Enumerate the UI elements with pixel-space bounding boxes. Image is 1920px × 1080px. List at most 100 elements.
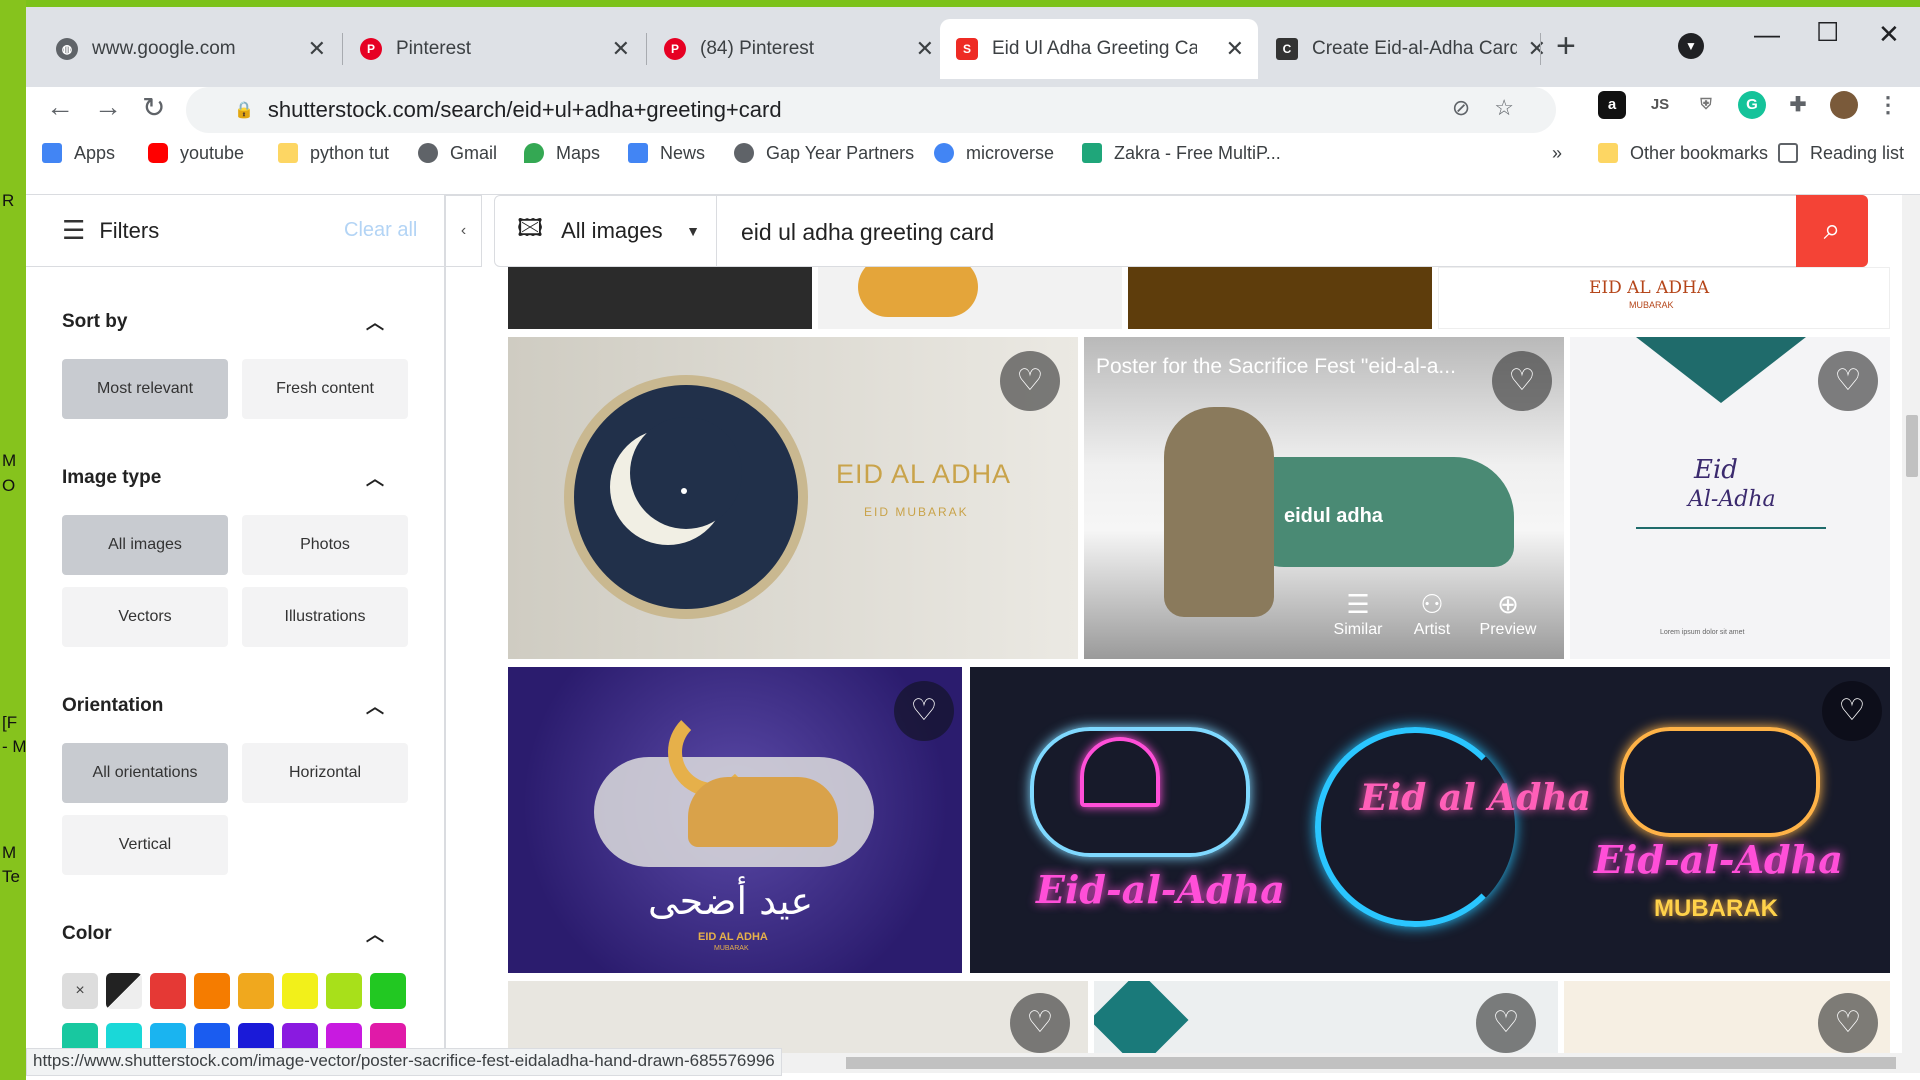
vertical-scrollbar[interactable] [1902,195,1920,1053]
result-image[interactable] [818,267,1122,329]
result-image[interactable] [508,267,812,329]
tab-pinterest[interactable]: P Pinterest ✕ [344,19,644,79]
orientation-vertical[interactable]: Vertical [62,815,228,875]
sort-most-relevant[interactable]: Most relevant [62,359,228,419]
favorite-heart-icon[interactable]: ♡ [1010,993,1070,1053]
result-image[interactable]: ♡ [508,981,1088,1053]
orientation-horizontal[interactable]: Horizontal [242,743,408,803]
grammarly-icon[interactable]: G [1738,91,1766,119]
action-label: Similar [1333,621,1383,638]
tab-search-dropdown-icon[interactable]: ▼ [1678,33,1704,59]
result-image[interactable]: عيد أضحى EID AL ADHA MUBARAK ♡ [508,667,962,973]
address-bar[interactable]: 🔒 shutterstock.com/search/eid+ul+adha+gr… [186,87,1556,133]
color-swatch[interactable] [326,973,362,1009]
minimize-icon[interactable]: — [1754,19,1780,50]
clear-all-link[interactable]: Clear all [344,219,417,242]
type-illustrations[interactable]: Illustrations [242,587,408,647]
favorite-heart-icon[interactable]: ♡ [1476,993,1536,1053]
chevron-up-icon[interactable]: ︿ [366,693,384,719]
result-image[interactable]: EID AL ADHA MUBARAK [1438,267,1890,329]
result-image[interactable]: ♡ [1564,981,1890,1053]
close-tab-icon[interactable]: ✕ [308,36,326,62]
menu-kebab-icon[interactable]: ⋮ [1874,91,1902,119]
type-all-images[interactable]: All images [62,515,228,575]
forward-arrow-icon[interactable]: → [94,91,122,123]
reload-icon[interactable]: ↻ [142,91,165,124]
collapse-filters-button[interactable]: ‹ [446,195,482,267]
tab-canva[interactable]: C Create Eid-al-Adha Cards ✕ [1260,19,1560,79]
tab-pinterest-84[interactable]: P (84) Pinterest ✕ [648,19,948,79]
back-arrow-icon[interactable]: ← [46,91,74,123]
bookmark-python-tut[interactable]: python tut [278,135,389,171]
type-photos[interactable]: Photos [242,515,408,575]
favorite-heart-icon[interactable]: ♡ [1822,681,1882,741]
bookmark-label: python tut [310,142,390,163]
result-image[interactable]: eidul adha Poster for the Sacrifice Fest… [1084,337,1564,659]
color-clear-swatch[interactable]: × [62,973,98,1009]
result-image[interactable]: EID AL ADHA EID MUBARAK ♡ [508,337,1078,659]
bookmark-zakra[interactable]: Zakra - Free MultiP... [1082,135,1281,171]
similar-action[interactable]: ☰ Similar [1328,587,1388,639]
close-window-icon[interactable]: ✕ [1878,19,1900,50]
arabic-calligraphy: عيد أضحى [648,879,814,923]
color-swatch[interactable] [150,973,186,1009]
color-swatch[interactable] [194,973,230,1009]
favorite-heart-icon[interactable]: ♡ [1818,993,1878,1053]
close-tab-icon[interactable]: ✕ [916,36,934,62]
search-input[interactable]: eid ul adha greeting card [741,196,994,266]
result-image[interactable] [1128,267,1432,329]
bookmark-other[interactable]: Other bookmarks [1598,135,1768,171]
favorite-heart-icon[interactable]: ♡ [1000,351,1060,411]
new-tab-plus-icon[interactable]: + [1556,29,1576,63]
preview-action[interactable]: ⊕ Preview [1478,587,1538,639]
result-image[interactable]: Eid-al-Adha Eid al Adha Eid-al-Adha MUBA… [970,667,1890,973]
color-swatch[interactable] [106,973,142,1009]
close-tab-icon[interactable]: ✕ [1226,36,1244,62]
shield-icon[interactable]: ⛨ [1692,91,1720,119]
color-swatch[interactable] [370,973,406,1009]
bookmark-news[interactable]: News [628,135,705,171]
color-swatch[interactable] [238,973,274,1009]
scrollbar-thumb[interactable] [1906,415,1918,477]
scrollbar-thumb[interactable] [846,1057,1896,1069]
chevron-up-icon[interactable]: ︿ [366,465,384,491]
orientation-all[interactable]: All orientations [62,743,228,803]
result-image[interactable]: Eid Al-Adha Lorem ipsum dolor sit amet ♡ [1570,337,1890,659]
type-vectors[interactable]: Vectors [62,587,228,647]
bookmark-star-icon[interactable]: ☆ [1494,95,1538,120]
bookmarks-overflow-chevron[interactable]: » [1552,135,1562,171]
bookmark-maps[interactable]: Maps [524,135,600,171]
tab-title: Pinterest [396,38,471,59]
favorite-heart-icon[interactable]: ♡ [1492,351,1552,411]
avatar[interactable] [1830,91,1858,119]
favorite-heart-icon[interactable]: ♡ [894,681,954,741]
bookmark-apps[interactable]: Apps [42,135,115,171]
bookmark-gap-year[interactable]: Gap Year Partners [734,135,914,171]
stack-icon: ☰ [1346,589,1370,619]
youtube-icon [148,143,168,163]
close-tab-icon[interactable]: ✕ [612,36,630,62]
puzzle-extensions-icon[interactable]: ✚ [1784,91,1812,119]
favorite-heart-icon[interactable]: ♡ [1818,351,1878,411]
address-bar-actions: ⊘☆ [1452,95,1538,121]
maximize-icon[interactable]: ☐ [1816,17,1839,48]
close-tab-icon[interactable]: ✕ [1528,36,1546,62]
sort-fresh-content[interactable]: Fresh content [242,359,408,419]
canva-icon: C [1276,38,1298,60]
bookmark-youtube[interactable]: youtube [148,135,244,171]
color-swatch[interactable] [282,973,318,1009]
bookmark-gmail[interactable]: Gmail [418,135,497,171]
bookmark-microverse[interactable]: microverse [934,135,1054,171]
eye-slash-icon[interactable]: ⊘ [1452,95,1494,120]
result-image[interactable]: ♡ [1094,981,1558,1053]
artist-action[interactable]: ⚇ Artist [1402,587,1462,639]
extension-js-icon[interactable]: JS [1646,91,1674,119]
chevron-up-icon[interactable]: ︿ [366,309,384,335]
tab-shutterstock-active[interactable]: S Eid Ul Adha Greeting Card ✕ [940,19,1258,79]
image-type-dropdown[interactable]: 🖾 All images ▼ [495,196,717,266]
search-submit-button[interactable]: ⌕ [1796,195,1868,267]
chevron-up-icon[interactable]: ︿ [366,921,384,947]
tab-google[interactable]: ◍ www.google.com ✕ [40,19,340,79]
extension-dark-icon[interactable]: a [1598,91,1626,119]
reading-list[interactable]: Reading list [1778,135,1904,171]
